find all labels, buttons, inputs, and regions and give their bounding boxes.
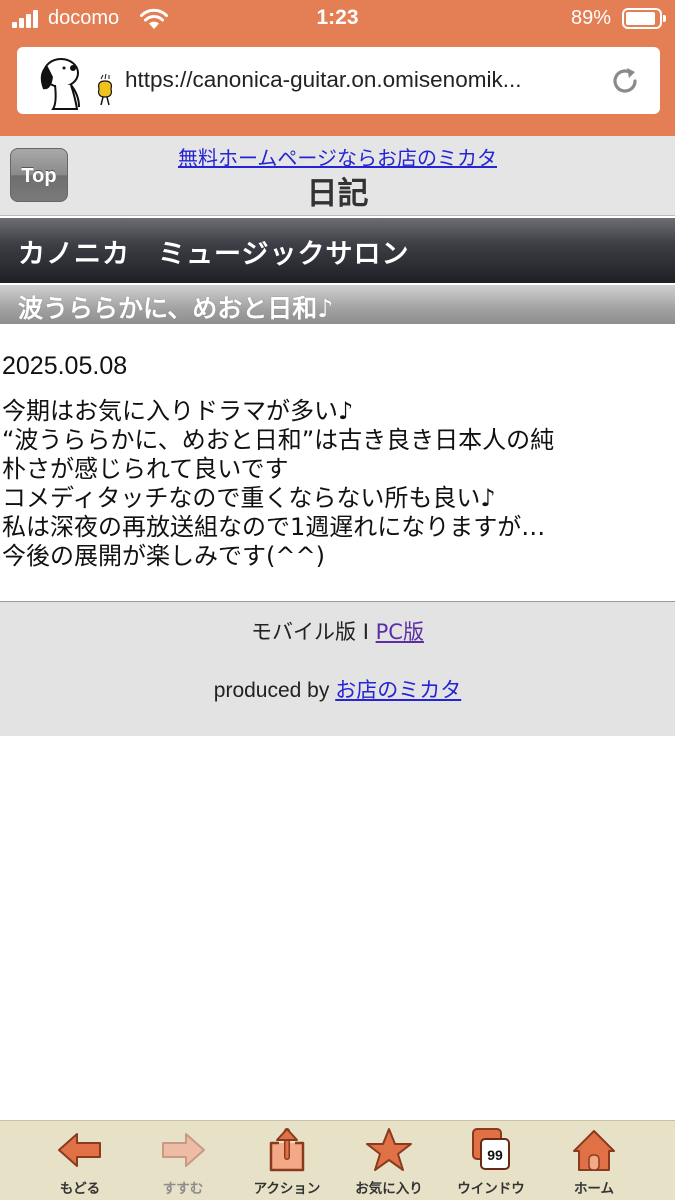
windows-count: 99 (487, 1147, 503, 1163)
mobile-version-label: モバイル版 (251, 620, 357, 644)
battery-percent: 89% (571, 7, 612, 29)
produced-by: produced by お店のミカタ (0, 674, 675, 704)
battery-icon (622, 8, 666, 29)
share-icon (269, 1128, 305, 1172)
home-icon (573, 1130, 615, 1171)
home-label: ホーム (573, 1181, 615, 1197)
address-bar[interactable]: https://canonica-guitar.on.omisenomik... (17, 47, 660, 114)
producer-link[interactable]: お店のミカタ (335, 678, 461, 702)
windows-button[interactable]: 99 ウインドウ (441, 1127, 541, 1199)
star-icon (366, 1128, 412, 1171)
snoopy-mascot-icon (40, 58, 112, 110)
page-footer: モバイル版 I PC版 produced by お店のミカタ (0, 601, 675, 736)
version-switch: モバイル版 I PC版 (0, 616, 675, 646)
shop-banner: カノニカ ミュージックサロン (0, 218, 675, 283)
post-date: 2025.05.08 (2, 352, 128, 380)
post-line: 今後の展開が楽しみです(^^) (2, 542, 325, 570)
windows-icon: 99 (472, 1128, 510, 1170)
ad-link[interactable]: 無料ホームページならお店のミカタ (0, 142, 675, 171)
post-body: 今期はお気に入りドラマが多い♪ “波うららかに、めおと日和”は古き良き日本人の純… (2, 397, 672, 571)
windows-label: ウインドウ (457, 1181, 525, 1197)
produced-by-label: produced by (213, 679, 330, 702)
shop-name: カノニカ ミュージックサロン (18, 239, 410, 270)
post-line: 今期はお気に入りドラマが多い♪ (2, 397, 354, 425)
action-label: アクション (253, 1181, 321, 1197)
separator: I (362, 620, 369, 644)
browser-toolbar: もどる すすむ アクション お気に入り 99 ウインドウ ホーム (0, 1120, 675, 1200)
favorites-button[interactable]: お気に入り (339, 1127, 439, 1199)
favorites-label: お気に入り (355, 1181, 423, 1197)
status-bar: docomo 1:23 89% (0, 0, 675, 38)
back-label: もどる (59, 1181, 101, 1197)
page-title: 日記 (306, 176, 369, 212)
pc-version-link[interactable]: PC版 (376, 620, 424, 644)
browser-chrome: docomo 1:23 89% https://canonica-guitar.… (0, 0, 675, 136)
action-button[interactable]: アクション (237, 1127, 337, 1199)
forward-arrow-icon (162, 1133, 205, 1167)
post-line: コメディタッチなので重くならない所も良い♪ (2, 484, 496, 512)
post-title-bar: 波うららかに、めおと日和♪ (0, 285, 675, 324)
back-arrow-icon (58, 1133, 101, 1167)
post-line: “波うららかに、めおと日和”は古き良き日本人の純 (2, 426, 555, 454)
forward-label: すすむ (162, 1181, 204, 1197)
url-text[interactable]: https://canonica-guitar.on.omisenomik... (125, 67, 609, 93)
forward-button[interactable]: すすむ (133, 1127, 233, 1199)
home-button[interactable]: ホーム (544, 1127, 644, 1199)
post-line: 朴さが感じられて良いです (2, 455, 289, 483)
page-header: Top 無料ホームページならお店のミカタ 日記 (0, 136, 675, 216)
post-line: 私は深夜の再放送組なので1週遅れになりますが… (2, 513, 546, 541)
post-title: 波うららかに、めおと日和♪ (18, 294, 334, 323)
reload-icon[interactable] (609, 65, 641, 97)
back-button[interactable]: もどる (30, 1127, 130, 1199)
